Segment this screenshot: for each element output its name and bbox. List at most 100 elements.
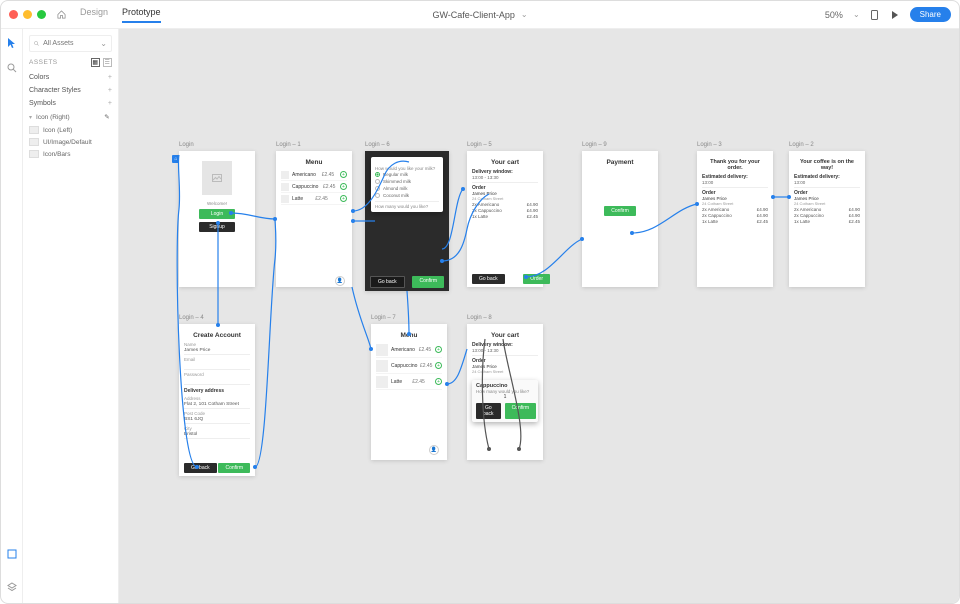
- image-placeholder-icon: [202, 161, 232, 195]
- symbol-label: Icon (Left): [43, 127, 72, 134]
- home-icon[interactable]: [56, 10, 66, 20]
- artboard-create-account[interactable]: Login – 4 Create Account Name James Pric…: [179, 324, 255, 476]
- signup-button[interactable]: Signup: [199, 222, 235, 232]
- tab-prototype[interactable]: Prototype: [122, 7, 161, 23]
- view-toggle: ▦ ☰: [91, 58, 112, 67]
- back-button[interactable]: Go back: [472, 274, 505, 284]
- address-field[interactable]: Flat 2, 101 Cotham Street: [184, 401, 250, 409]
- artboard-menu[interactable]: Login – 1 Menu Americano£2.45+ Cappuccin…: [276, 151, 352, 287]
- collaborator-avatar[interactable]: 👤: [335, 276, 345, 286]
- assets-search-input[interactable]: [43, 40, 96, 47]
- assets-library-icon[interactable]: [7, 549, 17, 562]
- minimize-window[interactable]: [23, 10, 32, 19]
- list-view-icon[interactable]: ☰: [103, 58, 112, 67]
- confirm-button[interactable]: Confirm: [604, 206, 636, 216]
- screen-title: Create Account: [184, 332, 250, 339]
- add-item-icon[interactable]: +: [340, 171, 347, 178]
- menu-item[interactable]: Americano£2.45+: [376, 342, 442, 358]
- share-button[interactable]: Share: [910, 7, 951, 22]
- edit-icon[interactable]: ✎: [102, 112, 112, 122]
- search-icon[interactable]: [7, 63, 17, 76]
- artboard-cart-popup[interactable]: Login – 8 Your cart Delivery window: 13:…: [467, 324, 543, 460]
- login-button[interactable]: Login: [199, 209, 235, 219]
- search-icon: [34, 40, 39, 47]
- radio-option[interactable]: Regular milk: [375, 171, 439, 178]
- password-field[interactable]: [184, 377, 250, 385]
- confirm-button[interactable]: Confirm: [505, 403, 537, 419]
- symbol-item[interactable]: Icon/Bars: [29, 148, 112, 160]
- radio-option[interactable]: Almond milk: [375, 185, 439, 192]
- canvas[interactable]: ⌂ Login Welcome! Login Signup Login – 1 …: [119, 29, 959, 603]
- radio-label: Almond milk: [383, 186, 408, 191]
- menu-item[interactable]: Americano£2.45+: [281, 169, 347, 181]
- order-button[interactable]: Order: [523, 274, 550, 284]
- add-symbol-icon[interactable]: +: [108, 100, 112, 107]
- character-styles-section[interactable]: Character Styles +: [29, 84, 112, 97]
- symbol-item[interactable]: Icon (Left): [29, 124, 112, 136]
- colors-section[interactable]: Colors +: [29, 71, 112, 84]
- assets-section-label: ASSETS: [29, 59, 58, 66]
- mode-tabs: Design Prototype: [80, 7, 161, 23]
- radio-icon: [375, 186, 380, 191]
- artboard-payment[interactable]: Login – 9 Payment Confirm: [582, 151, 658, 287]
- assets-search[interactable]: ⌄: [29, 35, 112, 52]
- play-icon[interactable]: [890, 10, 900, 20]
- item-thumb: [376, 344, 388, 356]
- add-color-icon[interactable]: +: [108, 74, 112, 81]
- char-styles-label: Character Styles: [29, 87, 81, 94]
- back-button[interactable]: Go back: [370, 276, 405, 288]
- artboard-ontheway[interactable]: Login – 2 Your coffee is on the way! Est…: [789, 151, 865, 287]
- artboard-label: Login – 2: [789, 142, 814, 148]
- confirm-button[interactable]: Confirm: [412, 276, 444, 288]
- symbol-item[interactable]: ▾Icon (Right)✎: [29, 110, 112, 124]
- menu-item[interactable]: Cappuccino£2.45+: [376, 358, 442, 374]
- artboard-menu-images[interactable]: Login – 7 Menu Americano£2.45+ Cappuccin…: [371, 324, 447, 460]
- close-window[interactable]: [9, 10, 18, 19]
- radio-option[interactable]: Coconut milk: [375, 192, 439, 199]
- zoom-level[interactable]: 50%: [825, 10, 843, 20]
- est-value: 13:00: [702, 180, 768, 185]
- radio-option[interactable]: Skimmed milk: [375, 178, 439, 185]
- item-price: £2.45: [323, 184, 336, 190]
- add-charstyle-icon[interactable]: +: [108, 87, 112, 94]
- artboard-cart[interactable]: Login – 5 Your cart Delivery window: 13:…: [467, 151, 543, 287]
- radio-icon: [375, 179, 380, 184]
- symbols-section[interactable]: Symbols +: [29, 97, 112, 110]
- add-item-icon[interactable]: +: [340, 195, 347, 202]
- mobile-preview-icon[interactable]: [870, 10, 880, 20]
- zoom-chevron-icon[interactable]: ⌄: [853, 10, 860, 19]
- add-item-icon[interactable]: +: [340, 183, 347, 190]
- titlebar: Design Prototype GW-Cafe-Client-App ⌄ 50…: [1, 1, 959, 29]
- artboard-thankyou[interactable]: Login – 3 Thank you for your order. Esti…: [697, 151, 773, 287]
- artboard-milk-popup[interactable]: Login – 6 Cappuccino How would you like …: [365, 151, 449, 291]
- collaborator-avatar[interactable]: 👤: [429, 445, 439, 455]
- confirm-button[interactable]: Confirm: [218, 463, 250, 473]
- item-price: £2.45: [420, 363, 433, 369]
- layers-icon[interactable]: [7, 582, 17, 595]
- menu-item[interactable]: Latte£2.45+: [281, 193, 347, 205]
- add-item-icon[interactable]: +: [435, 362, 442, 369]
- postcode-field[interactable]: BS1 6JQ: [184, 416, 250, 424]
- city-field[interactable]: Bristol: [184, 431, 250, 439]
- document-title[interactable]: GW-Cafe-Client-App ⌄: [432, 10, 527, 20]
- add-item-icon[interactable]: +: [435, 346, 442, 353]
- chevron-down-icon[interactable]: ⌄: [521, 10, 528, 19]
- maximize-window[interactable]: [37, 10, 46, 19]
- symbol-item[interactable]: UI/Image/Default: [29, 136, 112, 148]
- name-field[interactable]: James Price: [184, 347, 250, 355]
- grid-view-icon[interactable]: ▦: [91, 58, 100, 67]
- artboard-login[interactable]: Login Welcome! Login Signup: [179, 151, 255, 287]
- item-name: Cappuccino: [292, 184, 318, 190]
- back-button[interactable]: Go back: [476, 403, 501, 419]
- order-row: 1x Latte£2.45: [702, 218, 768, 224]
- symbol-label: Icon/Bars: [43, 151, 70, 158]
- menu-item[interactable]: Cappuccino £2.45 +: [281, 181, 347, 193]
- back-button[interactable]: Go back: [184, 463, 217, 473]
- select-tool-icon[interactable]: [7, 37, 16, 51]
- chevron-down-icon[interactable]: ⌄: [100, 39, 107, 48]
- tab-design[interactable]: Design: [80, 7, 108, 23]
- symbol-label: UI/Image/Default: [43, 139, 92, 146]
- add-item-icon[interactable]: +: [435, 378, 442, 385]
- menu-item[interactable]: Latte£2.45+: [376, 374, 442, 390]
- email-field[interactable]: [184, 362, 250, 370]
